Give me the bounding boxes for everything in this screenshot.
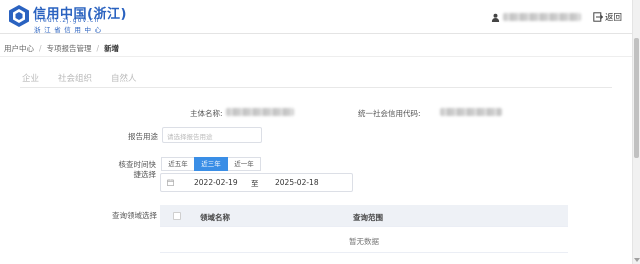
breadcrumb: 用户中心 / 专项报告管理 / 新增	[4, 43, 119, 54]
logo-url: credit.zj.gov.cn	[35, 17, 100, 24]
divider	[0, 56, 632, 57]
credit-code-redacted	[440, 108, 502, 116]
quick-option-three-years[interactable]: 近三年	[194, 157, 228, 171]
tab-enterprise[interactable]: 企业	[22, 72, 39, 84]
date-start[interactable]: 2022-02-19	[194, 178, 238, 187]
table-empty-text: 暂无数据	[160, 227, 568, 253]
report-purpose-select[interactable]: 请选择报告用途	[162, 127, 262, 143]
scroll-down-arrow-icon[interactable]	[634, 258, 640, 262]
tab-social-organization[interactable]: 社会组织	[58, 72, 92, 84]
breadcrumb-separator: /	[39, 44, 42, 53]
user-area: 返回	[491, 11, 622, 23]
page-scrollbar[interactable]	[632, 0, 640, 264]
query-area-label: 查询领域选择	[112, 211, 157, 220]
subject-name-redacted	[226, 108, 294, 116]
select-all-checkbox[interactable]	[173, 212, 181, 220]
back-button[interactable]: 返回	[605, 11, 622, 23]
tab-natural-person[interactable]: 自然人	[111, 72, 137, 84]
logo-subtitle: 浙江省信用中心	[34, 26, 105, 34]
breadcrumb-separator: /	[96, 44, 100, 53]
column-header-query-scope: 查询范围	[353, 213, 383, 222]
user-name-redacted	[502, 13, 581, 21]
scrollbar-thumb[interactable]	[634, 38, 639, 158]
quick-option-one-year[interactable]: 近一年	[227, 157, 261, 171]
breadcrumb-user-center[interactable]: 用户中心	[4, 43, 34, 54]
breadcrumb-current: 新增	[104, 44, 120, 53]
table-header: 领域名称 查询范围	[160, 205, 568, 227]
quick-time-label: 核查时间快捷选择	[118, 160, 157, 179]
calendar-icon	[167, 179, 174, 186]
tabs-divider	[20, 87, 612, 88]
user-icon	[491, 13, 500, 22]
column-header-area-name: 领域名称	[200, 213, 230, 222]
logout-icon[interactable]	[593, 12, 603, 22]
quick-option-five-years[interactable]: 近五年	[161, 157, 195, 171]
top-header: 信用中国(浙江) credit.zj.gov.cn 浙江省信用中心 返回	[0, 0, 632, 34]
breadcrumb-report-management[interactable]: 专项报告管理	[47, 43, 92, 54]
subject-name-label: 主体名称:	[190, 109, 223, 118]
subject-type-tabs: 企业 社会组织 自然人	[22, 72, 156, 84]
date-separator: 至	[251, 179, 259, 188]
report-purpose-label: 报告用途	[128, 132, 158, 141]
quick-time-selector: 近五年 近三年 近一年	[161, 157, 261, 171]
date-range-picker[interactable]: 2022-02-19 至 2025-02-18	[160, 173, 353, 192]
credit-code-label: 统一社会信用代码:	[358, 109, 421, 118]
date-end[interactable]: 2025-02-18	[275, 178, 319, 187]
logo-icon	[9, 5, 29, 27]
